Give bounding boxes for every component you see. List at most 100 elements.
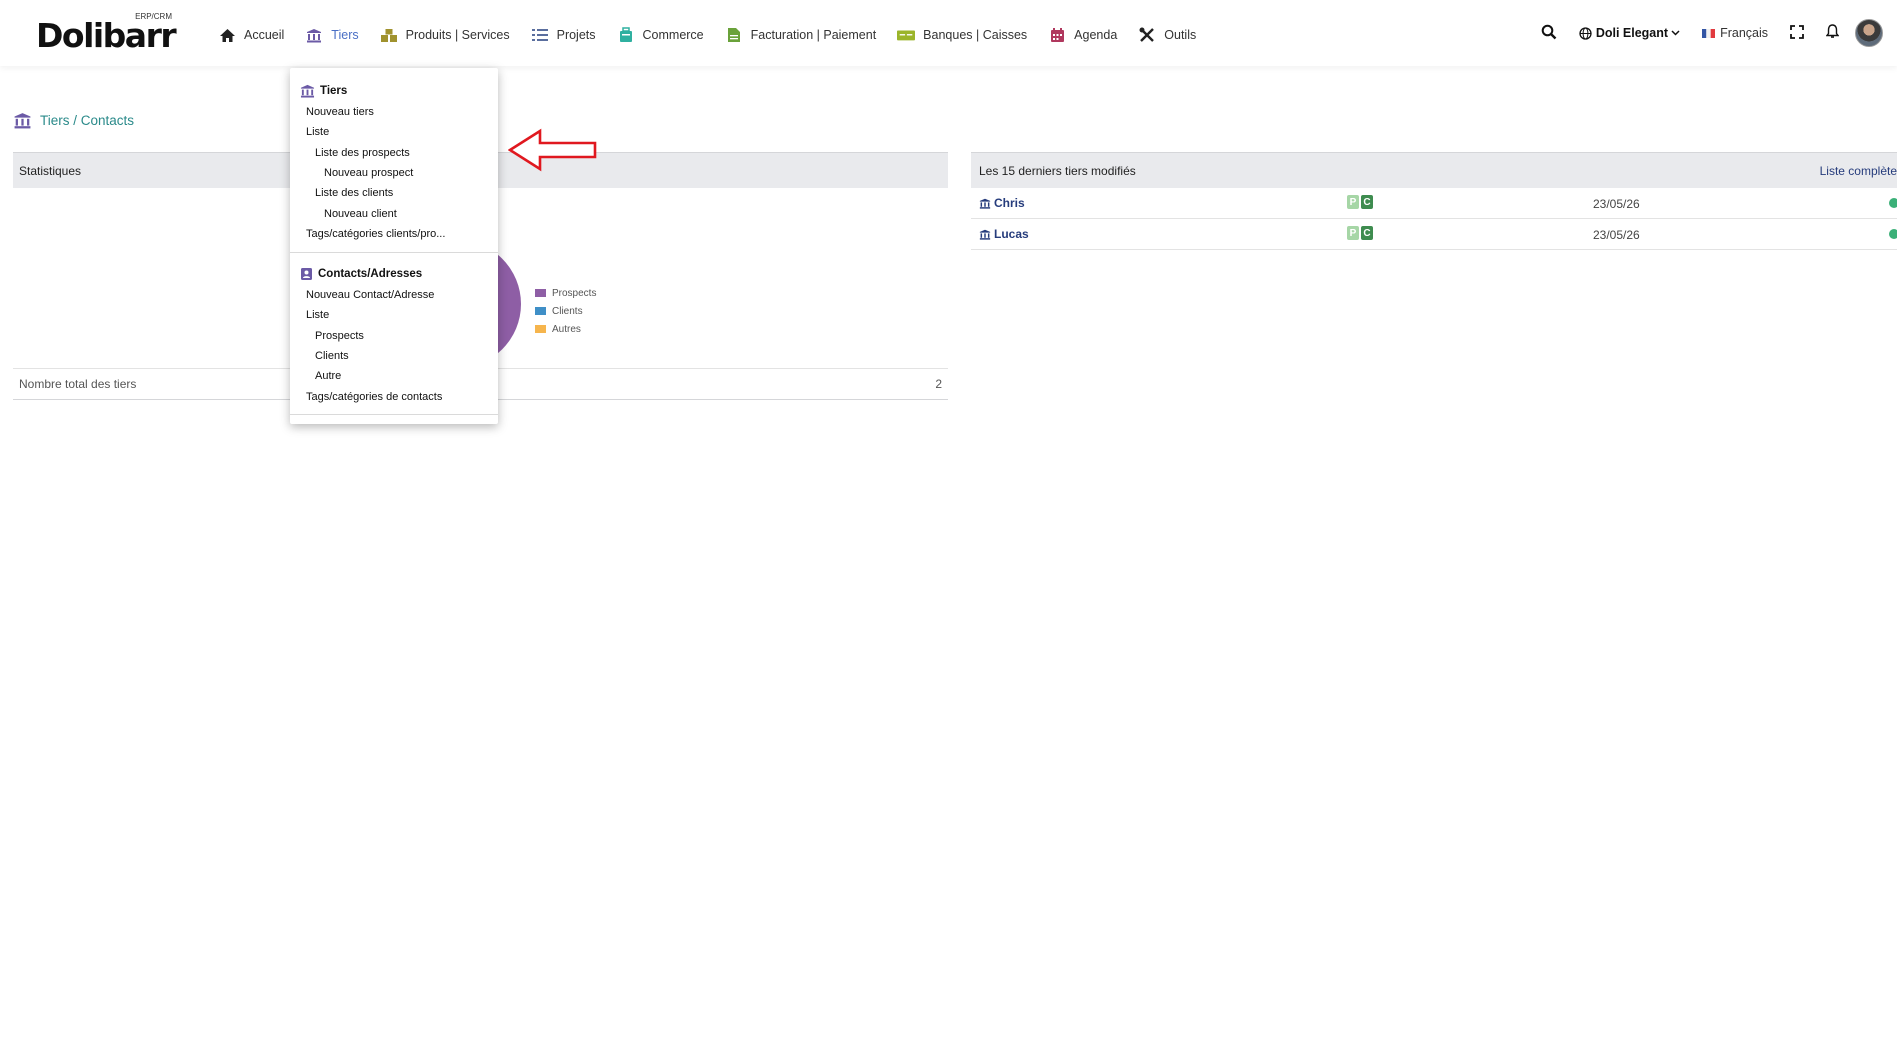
- menu-label: Tiers: [331, 28, 359, 42]
- legend-item-clients: Clients: [535, 302, 596, 320]
- menu-tags-clients[interactable]: Tags/catégories clients/pro...: [290, 224, 498, 244]
- menu-item-banques[interactable]: Banques | Caisses: [897, 26, 1027, 44]
- calendar-icon: [1048, 26, 1066, 44]
- full-list-link[interactable]: Liste complète: [1820, 164, 1897, 178]
- status-dot: [1889, 229, 1897, 239]
- language-label: Français: [1720, 26, 1768, 40]
- entity-selector[interactable]: Doli Elegant: [1579, 26, 1680, 40]
- dropdown-divider: [290, 252, 498, 253]
- logo-tagline: ERP/CRM: [135, 12, 172, 21]
- menu-label: Produits | Services: [405, 28, 510, 42]
- building-icon: [13, 112, 32, 129]
- legend-item-prospects: Prospects: [535, 284, 596, 302]
- chevron-down-icon: [1671, 30, 1680, 36]
- tasks-icon: [531, 26, 549, 44]
- last-modified-panel: Les 15 derniers tiers modifiés Liste com…: [971, 152, 1897, 250]
- menu-item-tiers[interactable]: Tiers: [305, 26, 359, 44]
- legend-swatch: [535, 307, 546, 315]
- dropdown-header-contacts[interactable]: Contacts/Adresses: [290, 263, 498, 285]
- bell-icon: [1825, 24, 1840, 42]
- customer-badge: C: [1361, 195, 1373, 209]
- menu-label: Agenda: [1074, 28, 1118, 42]
- thirdparty-link[interactable]: Lucas: [979, 227, 1029, 241]
- top-navbar: Dolibarr ERP/CRM Accueil Tiers Produits …: [0, 0, 1897, 66]
- menu-nouveau-tiers[interactable]: Nouveau tiers: [290, 102, 498, 122]
- menu-item-projets[interactable]: Projets: [531, 26, 596, 44]
- menu-label: Outils: [1164, 28, 1197, 42]
- menu-label: Accueil: [244, 28, 285, 42]
- menu-item-outils[interactable]: Outils: [1138, 26, 1196, 44]
- user-avatar[interactable]: [1855, 19, 1883, 47]
- total-tiers-label: Nombre total des tiers: [19, 377, 137, 391]
- menu-contacts-autre[interactable]: Autre: [290, 366, 498, 386]
- menu-item-accueil[interactable]: Accueil: [218, 26, 284, 44]
- main-menu: Accueil Tiers Produits | Services Projet…: [218, 22, 1217, 48]
- search-button[interactable]: [1541, 24, 1557, 43]
- menu-item-agenda[interactable]: Agenda: [1048, 26, 1117, 44]
- menu-contacts-prospects[interactable]: Prospects: [290, 326, 498, 346]
- menu-liste-tiers[interactable]: Liste: [290, 122, 498, 142]
- menu-label: Banques | Caisses: [923, 28, 1028, 42]
- page-title: Tiers / Contacts: [13, 112, 134, 129]
- type-badges: P C: [1347, 226, 1375, 240]
- menu-label: Facturation | Paiement: [750, 28, 877, 42]
- table-row: Lucas P C 23/05/26: [971, 219, 1897, 250]
- legend-label: Clients: [552, 305, 583, 317]
- notifications-button[interactable]: [1825, 24, 1840, 42]
- entity-name: Doli Elegant: [1595, 26, 1669, 40]
- contact-card-icon: [300, 267, 313, 281]
- chart-legend: Prospects Clients Autres: [535, 284, 596, 338]
- legend-swatch: [535, 289, 546, 297]
- menu-item-produits-services[interactable]: Produits | Services: [380, 26, 510, 44]
- menu-label: Commerce: [642, 28, 704, 42]
- legend-label: Autres: [552, 323, 581, 335]
- fullscreen-icon: [1790, 24, 1804, 42]
- building-icon: [300, 84, 315, 98]
- dropdown-header-tiers[interactable]: Tiers: [290, 80, 498, 102]
- thirdparty-name: Lucas: [994, 227, 1029, 241]
- dropdown-header-label: Contacts/Adresses: [318, 268, 423, 280]
- last-modified-header: Les 15 derniers tiers modifiés Liste com…: [971, 152, 1897, 188]
- bank-icon: [897, 26, 916, 44]
- legend-swatch: [535, 325, 546, 333]
- language-selector[interactable]: Français: [1702, 26, 1768, 40]
- tools-icon: [1138, 26, 1156, 44]
- modified-date: 23/05/26: [1593, 197, 1640, 211]
- dolibarr-logo[interactable]: Dolibarr ERP/CRM: [36, 12, 177, 55]
- menu-contacts-clients[interactable]: Clients: [290, 346, 498, 366]
- cube-icon: [380, 26, 398, 44]
- building-icon: [979, 198, 991, 209]
- dropdown-section-tiers: Tiers Nouveau tiers Liste Liste des pros…: [290, 80, 498, 244]
- top-right-tools: Doli Elegant Français: [1541, 18, 1897, 48]
- menu-liste-prospects[interactable]: Liste des prospects: [290, 143, 498, 163]
- menu-nouveau-contact[interactable]: Nouveau Contact/Adresse: [290, 285, 498, 305]
- suitcase-icon: [617, 26, 635, 44]
- menu-item-facturation[interactable]: Facturation | Paiement: [725, 26, 877, 44]
- menu-liste-contacts[interactable]: Liste: [290, 305, 498, 325]
- menu-liste-clients[interactable]: Liste des clients: [290, 183, 498, 203]
- legend-label: Prospects: [552, 287, 597, 299]
- building-icon: [979, 229, 991, 240]
- globe-icon: [1579, 26, 1592, 40]
- dropdown-divider: [290, 414, 498, 415]
- menu-nouveau-prospect[interactable]: Nouveau prospect: [290, 163, 498, 183]
- page-title-text: Tiers / Contacts: [40, 113, 135, 128]
- flag-fr-icon: [1702, 28, 1716, 38]
- prospect-badge: P: [1347, 226, 1359, 240]
- customer-badge: C: [1361, 226, 1373, 240]
- type-badges: P C: [1347, 195, 1375, 209]
- table-row: Chris P C 23/05/26: [971, 188, 1897, 219]
- last-modified-title: Les 15 derniers tiers modifiés: [979, 163, 1136, 178]
- menu-tags-contacts[interactable]: Tags/catégories de contacts: [290, 386, 498, 406]
- invoice-icon: [725, 26, 743, 44]
- fullscreen-button[interactable]: [1790, 24, 1804, 42]
- home-icon: [218, 26, 236, 44]
- status-dot: [1889, 198, 1897, 208]
- dropdown-header-label: Tiers: [320, 85, 348, 97]
- thirdparty-link[interactable]: Chris: [979, 196, 1025, 210]
- menu-item-commerce[interactable]: Commerce: [617, 26, 704, 44]
- dropdown-section-contacts: Contacts/Adresses Nouveau Contact/Adress…: [290, 263, 498, 407]
- thirdparty-name: Chris: [994, 196, 1025, 210]
- total-tiers-value: 2: [935, 377, 942, 391]
- menu-nouveau-client[interactable]: Nouveau client: [290, 203, 498, 223]
